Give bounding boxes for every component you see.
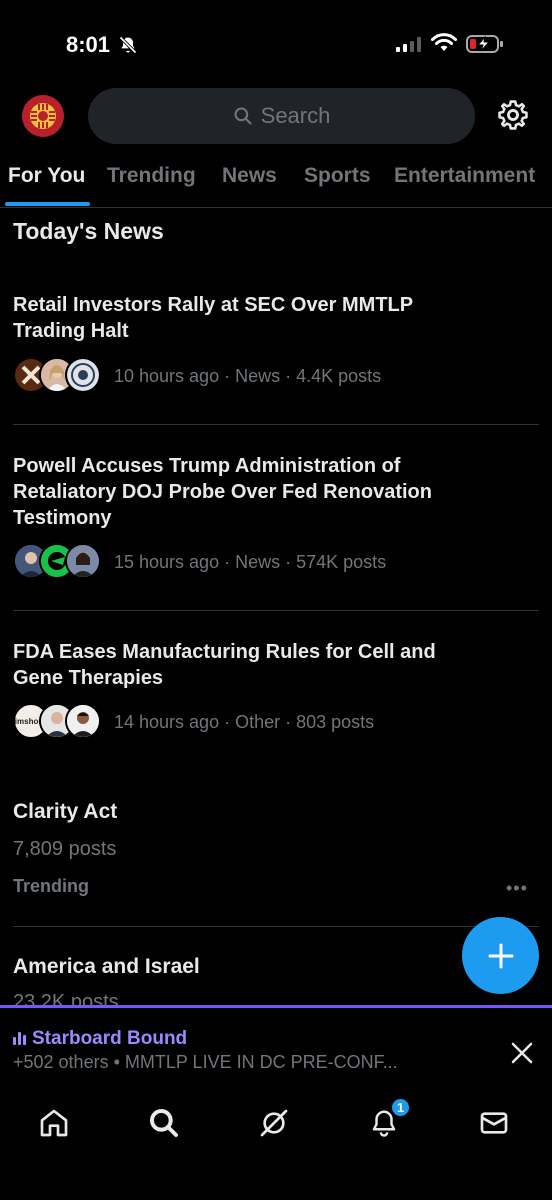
live-space-bar[interactable]: Starboard Bound +502 others • MMTLP LIVE…	[0, 1005, 552, 1087]
tab-entertainment[interactable]: Entertainment	[394, 164, 535, 188]
gear-icon[interactable]	[496, 98, 530, 132]
bottom-nav: 1	[0, 1087, 552, 1200]
divider	[13, 424, 539, 425]
compose-button[interactable]	[462, 917, 539, 994]
tab-for-you[interactable]: For You	[8, 164, 85, 188]
zia-sun-logo-icon	[22, 95, 64, 137]
avatar	[65, 543, 101, 579]
profile-avatar[interactable]	[22, 95, 64, 137]
news-meta: 10 hours ago · News · 4.4K posts	[114, 366, 382, 386]
trend-category: Trending	[13, 876, 89, 896]
news-avatars: himshouse	[13, 703, 101, 739]
explore-tabs: For You Trending News Sports Entertainme…	[0, 156, 552, 208]
trend-post-count: 7,809 posts	[13, 838, 117, 860]
space-title: Starboard Bound	[32, 1028, 188, 1049]
news-meta: 15 hours ago · News · 574K posts	[114, 552, 387, 572]
active-tab-indicator	[5, 202, 90, 206]
section-title: Today's News	[13, 218, 164, 244]
search-icon	[234, 107, 252, 125]
grok-icon	[260, 1109, 288, 1137]
news-title: FDA Eases Manufacturing Rules for Cell a…	[13, 641, 436, 689]
news-meta: 14 hours ago · Other · 803 posts	[114, 712, 375, 732]
bell-off-icon	[119, 36, 137, 54]
news-title: Powell Accuses Trump Administration of R…	[13, 455, 432, 529]
notification-badge: 1	[390, 1097, 411, 1118]
status-bar: 8:01	[0, 0, 552, 80]
wifi-icon	[431, 33, 457, 51]
audio-wave-icon	[13, 1032, 26, 1045]
trend-title: Clarity Act	[13, 800, 118, 823]
signal-icon	[396, 36, 421, 52]
avatar	[65, 357, 101, 393]
news-avatars	[13, 543, 101, 579]
mail-icon	[480, 1112, 508, 1134]
search-placeholder: Search	[260, 103, 331, 128]
space-subtitle: +502 others • MMTLP LIVE IN DC PRE-CONF.…	[13, 1052, 398, 1072]
divider	[13, 926, 539, 927]
plus-icon	[488, 943, 513, 968]
close-icon[interactable]	[511, 1042, 533, 1064]
news-title: Retail Investors Rally at SEC Over MMTLP…	[13, 294, 413, 342]
home-icon	[40, 1109, 68, 1137]
tab-news[interactable]: News	[222, 164, 277, 188]
more-icon[interactable]: •••	[506, 878, 528, 899]
tab-trending[interactable]: Trending	[107, 164, 196, 188]
trend-title: America and Israel	[13, 955, 200, 978]
tab-sports[interactable]: Sports	[304, 164, 371, 188]
divider	[13, 610, 539, 611]
avatar	[65, 703, 101, 739]
nav-explore[interactable]	[144, 1103, 184, 1143]
search-input[interactable]: Search	[88, 88, 475, 144]
search-icon	[150, 1109, 178, 1137]
nav-messages[interactable]	[474, 1103, 514, 1143]
battery-icon	[466, 35, 503, 53]
nav-home[interactable]	[34, 1103, 74, 1143]
news-avatars	[13, 357, 101, 393]
status-time: 8:01	[66, 32, 111, 57]
nav-grok[interactable]	[254, 1103, 294, 1143]
